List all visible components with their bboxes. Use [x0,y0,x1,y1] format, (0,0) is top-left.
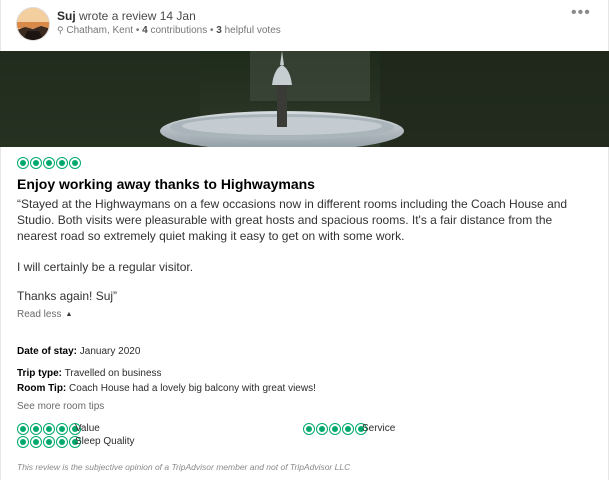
date-of-stay-value: January 2020 [79,346,141,357]
trip-type-label: Trip type: [17,368,63,379]
more-options-icon[interactable]: ••• [571,5,593,22]
date-of-stay-label: Date of stay: [17,346,78,357]
room-tip: Room Tip: Coach House had a lovely big b… [17,383,316,394]
review-title[interactable]: Enjoy working away thanks to Highwaymans [17,176,315,192]
review-header: Suj wrote a review 14 Jan ⚲ Chatham, Ken… [0,0,609,52]
rating-bubble-icon [56,423,68,435]
sleep-quality-rating-label: Sleep Quality [75,436,135,447]
rating-bubble-icon [69,157,81,169]
sleep-quality-rating-bubbles [17,436,81,448]
review-paragraph-3: Thanks again! Suj” [17,289,118,303]
see-more-room-tips-link[interactable]: See more room tips [17,401,104,412]
trip-type: Trip type: Travelled on business [17,368,162,379]
rating-bubble-icon [17,157,29,169]
reviewer-location: Chatham, Kent [66,25,134,36]
helpful-votes-label: helpful votes [224,25,281,36]
service-rating-bubbles [303,423,367,435]
rating-bubble-icon [30,423,42,435]
review-photo[interactable] [0,51,609,147]
contributions-count: 4 [142,25,148,36]
review-paragraph-1: “Stayed at the Highwaymans on a few occa… [17,197,568,243]
rating-bubble-icon [56,157,68,169]
rating-bubble-icon [43,157,55,169]
rating-bubble-icon [303,423,315,435]
overall-rating-bubbles [17,157,81,169]
rating-bubble-icon [56,436,68,448]
value-rating-label: Value [75,423,100,434]
value-rating-bubbles [17,423,81,435]
date-of-stay: Date of stay: January 2020 [17,346,140,357]
rating-bubble-icon [342,423,354,435]
trip-type-value: Travelled on business [64,368,162,379]
rating-bubble-icon [329,423,341,435]
reviewer-line: Suj wrote a review 14 Jan [57,9,196,23]
rating-bubble-icon [17,423,29,435]
read-less-label: Read less [17,309,62,320]
location-pin-icon: ⚲ [57,25,64,35]
caret-up-icon: ▲ [65,311,73,318]
helpful-votes-count: 3 [216,25,222,36]
room-tip-label: Room Tip: [17,383,67,394]
avatar[interactable] [16,7,50,41]
reviewer-name[interactable]: Suj [57,9,76,23]
service-rating-label: Service [362,423,396,434]
room-tip-value: Coach House had a lovely big balcony wit… [69,383,316,394]
read-less-link[interactable]: Read less ▲ [17,309,72,320]
rating-bubble-icon [43,436,55,448]
reviewer-meta: ⚲ Chatham, Kent • 4 contributions • 3 he… [57,25,281,36]
rating-bubble-icon [30,436,42,448]
rating-bubble-icon [17,436,29,448]
rating-bubble-icon [316,423,328,435]
contributions-label: contributions [150,25,208,36]
review-action-text: wrote a review 14 Jan [79,9,196,23]
review-disclaimer: This review is the subjective opinion of… [17,462,351,472]
rating-bubble-icon [30,157,42,169]
review-paragraph-2: I will certainly be a regular visitor. [17,260,194,274]
rating-bubble-icon [43,423,55,435]
